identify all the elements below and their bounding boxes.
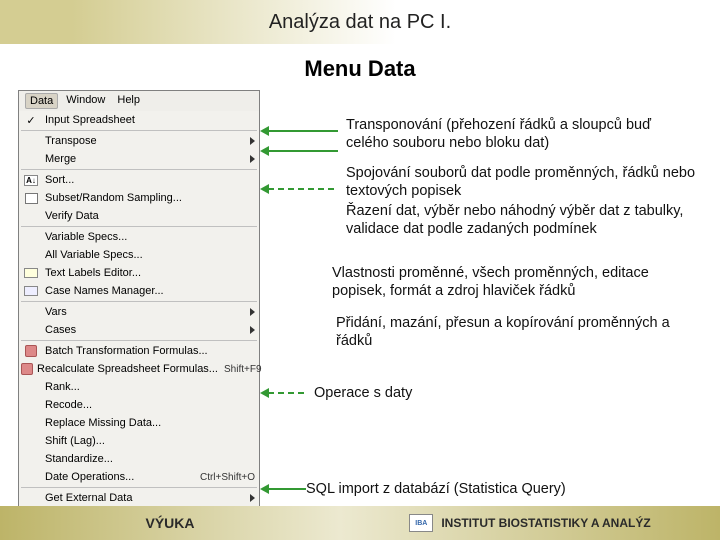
arrow-icon	[268, 392, 306, 394]
explain-sort: Řazení dat, výběr nebo náhodný výběr dat…	[346, 202, 700, 238]
arrow-icon	[268, 130, 338, 132]
iba-logo: IBA	[409, 514, 433, 532]
separator	[21, 226, 257, 227]
menu-date-ops[interactable]: Date Operations...Ctrl+Shift+O	[19, 468, 259, 486]
submenu-arrow-icon	[250, 326, 255, 334]
subset-icon	[25, 193, 38, 204]
menu-transpose[interactable]: Transpose	[19, 132, 259, 150]
menu-standardize[interactable]: Standardize...	[19, 450, 259, 468]
arrow-icon	[268, 488, 306, 490]
separator	[21, 301, 257, 302]
separator	[21, 130, 257, 131]
menu-rank[interactable]: Rank...	[19, 378, 259, 396]
menu-case-names[interactable]: Case Names Manager...	[19, 282, 259, 300]
explain-dataops: Operace s daty	[314, 384, 412, 402]
separator	[21, 169, 257, 170]
submenu-arrow-icon	[250, 137, 255, 145]
menubar: Data Window Help	[19, 91, 259, 111]
explain-varspecs: Vlastnosti proměnné, všech proměnných, e…	[332, 264, 704, 300]
menu-merge[interactable]: Merge	[19, 150, 259, 168]
menu-verify[interactable]: Verify Data	[19, 207, 259, 225]
menu-subset[interactable]: Subset/Random Sampling...	[19, 189, 259, 207]
arrow-icon	[268, 150, 338, 152]
menubar-window[interactable]: Window	[62, 93, 109, 109]
labels-icon	[24, 268, 38, 278]
separator	[21, 340, 257, 341]
footer-right: INSTITUT BIOSTATISTIKY A ANALÝZ	[441, 516, 650, 530]
footer-left: VÝUKA	[145, 515, 194, 531]
menu-replace-missing[interactable]: Replace Missing Data...	[19, 414, 259, 432]
menubar-data[interactable]: Data	[25, 93, 58, 109]
formula-icon	[25, 345, 37, 357]
separator	[21, 487, 257, 488]
names-icon	[24, 286, 38, 296]
explain-transpose: Transponování (přehození řádků a sloupců…	[346, 116, 696, 152]
page-title: Analýza dat na PC I.	[269, 11, 451, 34]
submenu-arrow-icon	[250, 155, 255, 163]
menu-variable-specs[interactable]: Variable Specs...	[19, 228, 259, 246]
explain-sql: SQL import z databází (Statistica Query)	[306, 480, 566, 498]
check-icon	[21, 112, 41, 128]
submenu-arrow-icon	[250, 308, 255, 316]
arrow-icon	[268, 188, 338, 190]
menu-shift[interactable]: Shift (Lag)...	[19, 432, 259, 450]
menu-text-labels[interactable]: Text Labels Editor...	[19, 264, 259, 282]
explain-vars-cases: Přidání, mazání, přesun a kopírování pro…	[336, 314, 696, 350]
menu-recalculate[interactable]: Recalculate Spreadsheet Formulas...Shift…	[19, 360, 259, 378]
menu-all-variable-specs[interactable]: All Variable Specs...	[19, 246, 259, 264]
sort-icon: A↓	[24, 175, 38, 186]
menu-batch-formulas[interactable]: Batch Transformation Formulas...	[19, 342, 259, 360]
menu-vars[interactable]: Vars	[19, 303, 259, 321]
menu-cases[interactable]: Cases	[19, 321, 259, 339]
menu-input-spreadsheet[interactable]: Input Spreadsheet	[19, 111, 259, 129]
section-title: Menu Data	[0, 56, 720, 82]
submenu-arrow-icon	[250, 494, 255, 502]
data-menu: Data Window Help Input Spreadsheet Trans…	[18, 90, 260, 508]
menu-recode[interactable]: Recode...	[19, 396, 259, 414]
menu-sort[interactable]: A↓Sort...	[19, 171, 259, 189]
recalc-icon	[21, 363, 33, 375]
menu-get-external[interactable]: Get External Data	[19, 489, 259, 507]
menubar-help[interactable]: Help	[113, 93, 144, 109]
explain-merge: Spojování souborů dat podle proměnných, …	[346, 164, 696, 200]
